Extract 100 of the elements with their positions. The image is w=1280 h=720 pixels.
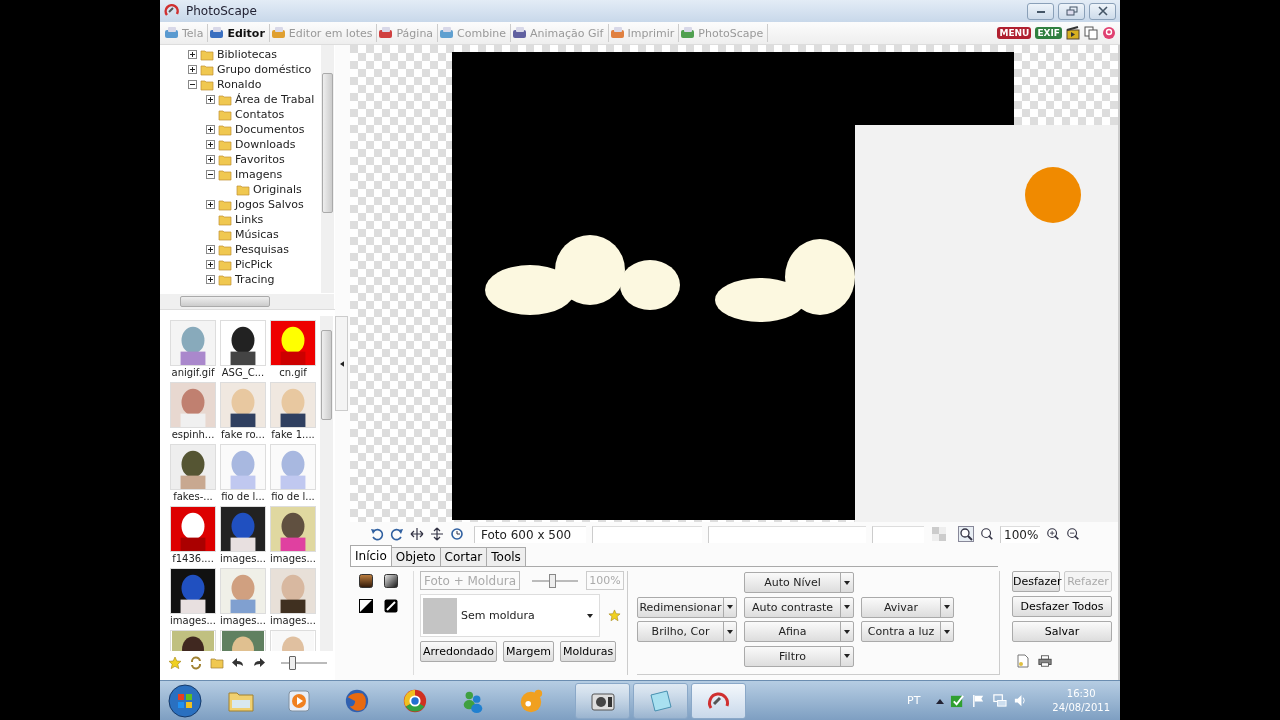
scrollbar[interactable] (160, 294, 334, 309)
zoom-icon[interactable] (980, 527, 994, 541)
expand-toggle[interactable] (188, 65, 197, 74)
scrollbar[interactable] (321, 45, 334, 293)
restore-button[interactable] (1058, 2, 1085, 20)
tree-item[interactable]: Downloads (235, 138, 296, 151)
edit-tab[interactable]: Tools (486, 547, 526, 566)
tab-icon (378, 26, 395, 40)
expand-toggle[interactable] (206, 170, 215, 179)
filter-split-button[interactable]: Auto Nível (744, 572, 854, 593)
thumbnail-caption: fake ro... (221, 428, 265, 441)
folder-icon (218, 123, 232, 136)
filter-split-button[interactable]: Avivar (861, 596, 954, 618)
slider-thumb[interactable] (548, 573, 556, 588)
tree-item[interactable]: Ronaldo (217, 78, 262, 91)
expand-toggle[interactable] (206, 155, 215, 164)
history-button[interactable]: Desfazer (1012, 571, 1060, 592)
checkerboard-icon[interactable] (932, 527, 946, 541)
expand-toggle[interactable] (188, 80, 197, 89)
tree-item[interactable]: Área de Trabal (235, 93, 315, 106)
edit-tab[interactable]: Cortar (439, 547, 488, 566)
edit-tab[interactable]: Início (350, 545, 392, 566)
browser-icon[interactable] (343, 687, 371, 714)
back-arrow-icon[interactable] (231, 656, 245, 670)
slider-thumb[interactable] (289, 656, 297, 670)
caret-up-icon[interactable] (936, 697, 945, 704)
frame-option-button[interactable]: Margem (503, 641, 555, 662)
refresh-icon[interactable] (189, 656, 203, 670)
rotate-right-icon[interactable] (390, 527, 404, 541)
mode-tab[interactable]: Editor (227, 26, 265, 40)
play-icon[interactable] (285, 687, 313, 714)
frame-option-button[interactable]: Molduras (560, 641, 617, 662)
expand-toggle[interactable] (206, 125, 215, 134)
copy-icon[interactable] (1084, 26, 1098, 40)
close-button[interactable] (1089, 2, 1116, 20)
filter-split-button[interactable]: Redimensionar (637, 596, 737, 618)
tree-item[interactable]: Tracing (235, 273, 275, 286)
folder-icon (236, 183, 250, 196)
help-icon[interactable] (1102, 26, 1116, 40)
film-icon[interactable] (1066, 26, 1080, 40)
forward-arrow-icon[interactable] (252, 656, 266, 670)
tree-item[interactable]: Imagens (235, 168, 283, 181)
history-button[interactable]: Desfazer Todos (1012, 596, 1112, 617)
zoom-in-icon[interactable] (1046, 527, 1060, 541)
browser-icon[interactable] (401, 687, 429, 714)
flip-horizontal-icon[interactable] (410, 527, 424, 541)
tree-item[interactable]: Bibliotecas (217, 48, 278, 61)
filter-split-button[interactable]: Filtro (744, 645, 854, 667)
zoom-fit-icon[interactable] (958, 526, 974, 542)
close-icon (1096, 6, 1109, 16)
tree-item[interactable]: Grupo doméstico (217, 63, 312, 76)
rotate-left-icon[interactable] (370, 527, 384, 541)
menu-button[interactable]: MENU (997, 27, 1032, 39)
gradient-square-icon[interactable] (384, 574, 398, 588)
tree-item[interactable]: Favoritos (235, 153, 285, 166)
contrast-icon[interactable] (359, 599, 373, 613)
thumbnail-caption: fakes-... (173, 490, 213, 503)
filter-split-button[interactable]: Afina (744, 621, 854, 642)
shield-check-icon[interactable] (950, 693, 966, 708)
filter-split-button[interactable]: Auto contraste (744, 596, 854, 618)
minimize-button[interactable] (1027, 2, 1054, 20)
tree-item[interactable]: Jogos Salvos (235, 198, 304, 211)
frame-option-button[interactable]: Arredondado (420, 641, 498, 662)
history-button[interactable]: Salvar (1012, 621, 1112, 642)
thumbnail-caption: fio de l... (221, 490, 265, 503)
expand-toggle[interactable] (206, 245, 215, 254)
filter-split-button[interactable]: Contra a luz (861, 621, 954, 642)
taskbar-button[interactable] (691, 682, 746, 719)
expand-toggle[interactable] (206, 95, 215, 104)
tree-item[interactable]: Pesquisas (235, 243, 289, 256)
expand-toggle[interactable] (188, 50, 197, 59)
taskbar-button[interactable] (575, 682, 630, 719)
contrast-icon[interactable] (384, 599, 398, 613)
flip-vertical-icon[interactable] (430, 527, 444, 541)
frame-dropdown[interactable]: Sem moldura (420, 594, 600, 637)
tree-item[interactable]: Contatos (235, 108, 285, 121)
gradient-square-icon[interactable] (359, 574, 373, 588)
edit-tab[interactable]: Objeto (390, 547, 441, 566)
scrollbar[interactable] (320, 316, 333, 651)
tree-item[interactable]: Originals (253, 183, 302, 196)
folder-icon[interactable] (210, 656, 224, 670)
tree-item[interactable]: Documentos (235, 123, 305, 136)
star-icon[interactable] (168, 656, 182, 670)
expand-toggle[interactable] (206, 275, 215, 284)
expand-toggle[interactable] (206, 260, 215, 269)
thumbnail-caption: images... (270, 552, 316, 565)
filter-split-button[interactable]: Brilho, Cor (637, 621, 737, 642)
expand-toggle[interactable] (206, 200, 215, 209)
printer-icon[interactable] (1038, 654, 1052, 668)
tree-item[interactable]: PicPick (235, 258, 273, 271)
rotate-icon[interactable] (450, 527, 464, 541)
exif-button[interactable]: EXIF (1035, 27, 1062, 39)
expand-toggle[interactable] (206, 140, 215, 149)
folder-icon (218, 108, 232, 121)
zoom-out-icon[interactable] (1066, 527, 1080, 541)
new-file-icon[interactable] (1016, 654, 1030, 668)
tree-item[interactable]: Músicas (235, 228, 279, 241)
star-icon[interactable] (608, 609, 621, 622)
tree-item[interactable]: Links (235, 213, 264, 226)
start-button[interactable] (168, 683, 202, 718)
